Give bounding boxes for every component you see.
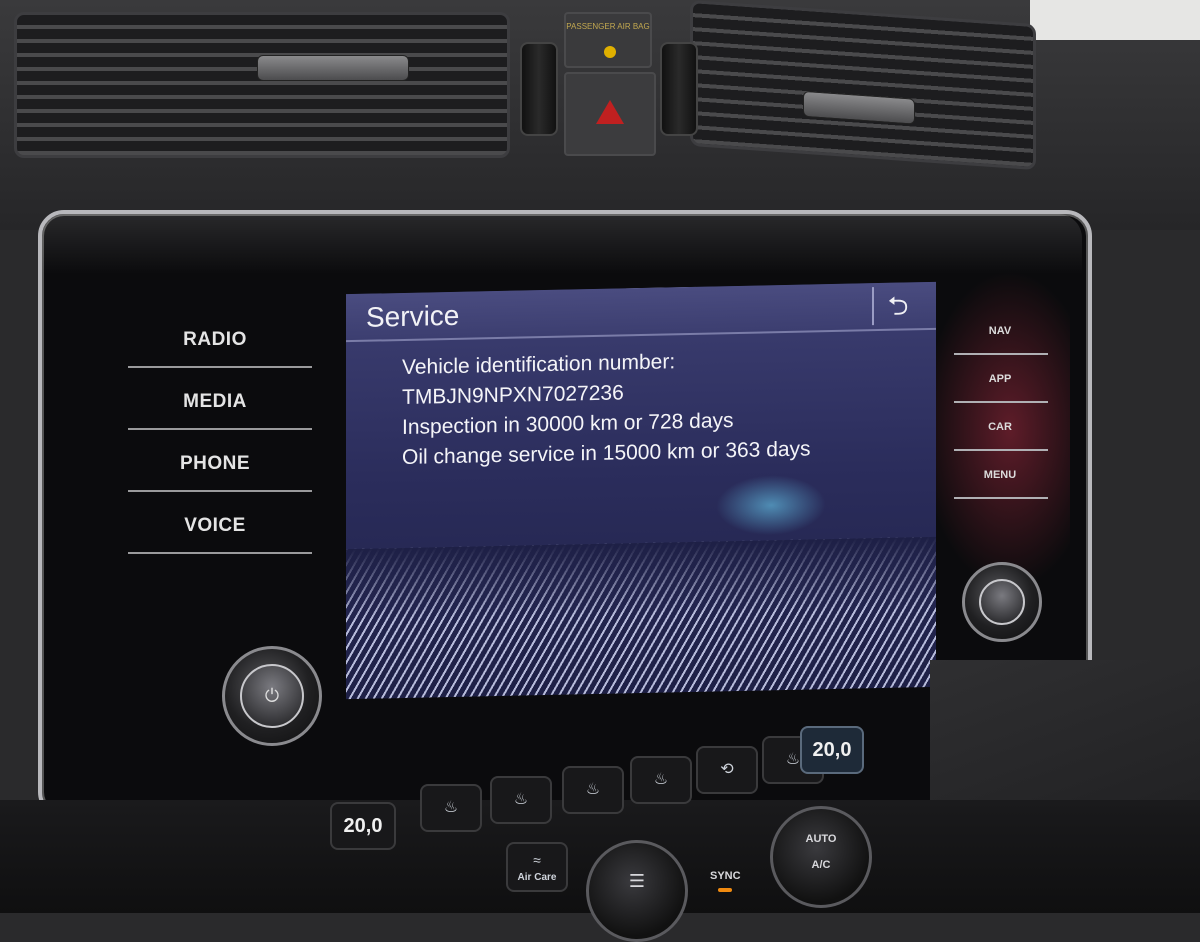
auto-label[interactable]: AUTO <box>773 833 869 845</box>
background-stripe-pattern <box>346 536 936 700</box>
seat-vent-icon: ♨ <box>513 791 529 808</box>
hazard-button[interactable] <box>564 72 656 156</box>
passenger-airbag-indicator: PASSENGER AIR BAG <box>564 12 652 68</box>
aircare-icon: ≈ <box>533 852 541 868</box>
air-vent-left <box>14 12 510 158</box>
air-vent-right <box>690 0 1036 171</box>
sync-indicator-light <box>718 888 732 892</box>
phone-button[interactable]: PHONE <box>110 442 320 504</box>
vent-roller-right[interactable] <box>660 42 698 136</box>
vent-adjust-tab-right[interactable] <box>803 90 915 125</box>
airbag-label: PASSENGER AIR BAG <box>566 22 650 31</box>
right-temperature-display[interactable]: 20,0 <box>800 726 864 774</box>
voice-button[interactable]: VOICE <box>110 504 320 566</box>
bezel-reflection <box>42 214 1082 274</box>
hazard-icon <box>596 100 624 124</box>
recirculation-button[interactable]: ⟲ <box>696 746 758 794</box>
aircare-button[interactable]: ≈ Air Care <box>506 842 568 892</box>
nav-button[interactable]: NAV <box>950 315 1050 363</box>
vent-adjust-tab-left[interactable] <box>257 55 409 81</box>
recirculation-icon: ⟲ <box>720 761 734 778</box>
center-switch-cluster: PASSENGER AIR BAG <box>508 12 708 156</box>
seat-heat-icon: ♨ <box>585 781 601 798</box>
service-info: Vehicle identification number: TMBJN9NPX… <box>402 344 811 473</box>
airbag-status-light <box>604 46 616 58</box>
right-temperature: 20,0 <box>812 739 852 761</box>
left-temperature: 20,0 <box>343 815 383 837</box>
car-button[interactable]: CAR <box>950 411 1050 459</box>
defrost-icon: ☰ <box>628 871 646 891</box>
back-arrow-icon: ⮌ <box>887 290 909 321</box>
volume-power-knob[interactable]: ⏻ <box>222 646 322 746</box>
seat-icon: ♨ <box>785 751 801 768</box>
seat-vent-icon: ♨ <box>653 771 669 788</box>
aircare-label: Air Care <box>517 872 557 883</box>
right-hardkey-column: NAV APP CAR MENU <box>950 315 1050 507</box>
seat-heat-left-button[interactable]: ♨ <box>420 784 482 832</box>
left-temperature-display[interactable]: 20,0 <box>330 802 396 850</box>
left-hardkey-column: RADIO MEDIA PHONE VOICE <box>110 318 320 566</box>
screen-glare <box>716 474 826 537</box>
tune-scroll-knob[interactable] <box>962 562 1042 642</box>
climate-control-panel: 20,0 ♨ ♨ ♨ ♨ ⟲ ♨ 20,0 ≈ Air Care ☰ SYNC … <box>330 720 890 942</box>
auto-ac-dial[interactable]: AUTO A/C <box>770 806 872 908</box>
radio-button[interactable]: RADIO <box>110 318 320 380</box>
sync-label: SYNC <box>710 870 741 882</box>
fan-mode-dial[interactable]: ☰ <box>586 840 688 942</box>
media-button[interactable]: MEDIA <box>110 380 320 442</box>
seat-heat-icon: ♨ <box>443 799 459 816</box>
seat-heat-right-button[interactable]: ♨ <box>562 766 624 814</box>
power-icon: ⏻ <box>264 685 280 706</box>
seat-vent-right-button[interactable]: ♨ <box>630 756 692 804</box>
app-button[interactable]: APP <box>950 363 1050 411</box>
infotainment-screen: Service ⮌ Vehicle identification number:… <box>346 281 936 700</box>
menu-button[interactable]: MENU <box>950 459 1050 507</box>
knob-cap <box>979 579 1025 625</box>
seat-vent-left-button[interactable]: ♨ <box>490 776 552 824</box>
ac-label[interactable]: A/C <box>773 859 869 871</box>
back-button[interactable]: ⮌ <box>872 286 922 326</box>
page-title: Service <box>366 299 460 333</box>
background-wall <box>1030 0 1200 40</box>
vent-roller-left[interactable] <box>520 42 558 136</box>
